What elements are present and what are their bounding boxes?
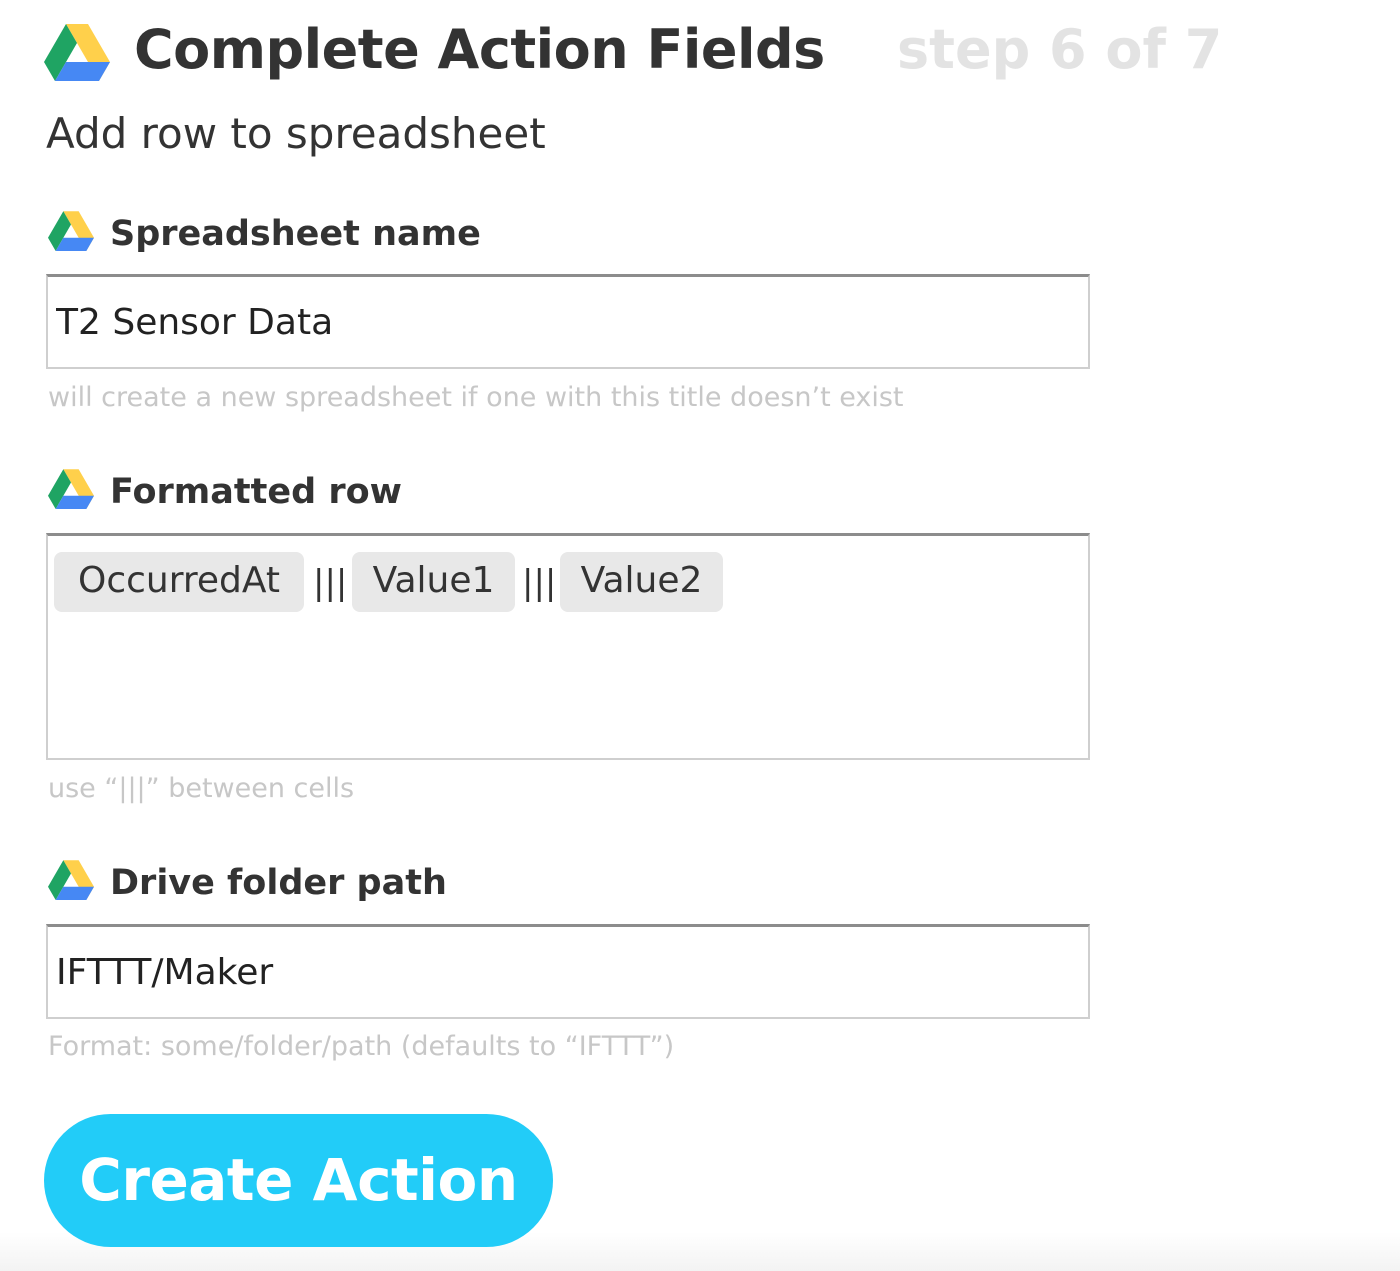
ingredient-value1[interactable]: Value1	[352, 552, 515, 612]
cell-separator: |||	[522, 563, 557, 603]
google-drive-icon	[48, 211, 94, 252]
google-drive-icon	[44, 24, 110, 82]
formatted-row-label: Formatted row	[110, 472, 402, 512]
drive-folder-path-label: Drive folder path	[110, 863, 447, 903]
create-action-button[interactable]: Create Action	[44, 1114, 553, 1247]
action-fields-page: Complete Action Fields step 6 of 7 Add r…	[0, 0, 1400, 1271]
ingredient-occurredat[interactable]: OccurredAt	[54, 552, 304, 612]
google-drive-icon	[48, 469, 94, 510]
spreadsheet-name-label: Spreadsheet name	[110, 214, 481, 254]
drive-folder-path-help: Format: some/folder/path (defaults to “I…	[48, 1031, 675, 1062]
step-indicator: step 6 of 7	[897, 18, 1223, 81]
spreadsheet-name-input[interactable]	[46, 274, 1090, 369]
formatted-row-textarea[interactable]: OccurredAt ||| Value1 ||| Value2	[46, 533, 1090, 760]
page-title: Complete Action Fields	[134, 18, 825, 81]
formatted-row-help: use “|||” between cells	[48, 773, 355, 804]
spreadsheet-name-help: will create a new spreadsheet if one wit…	[48, 382, 904, 413]
ingredient-value2[interactable]: Value2	[560, 552, 723, 612]
action-subtitle: Add row to spreadsheet	[46, 109, 546, 158]
drive-folder-path-input[interactable]	[46, 924, 1090, 1019]
google-drive-icon	[48, 860, 94, 901]
cell-separator: |||	[313, 563, 348, 603]
